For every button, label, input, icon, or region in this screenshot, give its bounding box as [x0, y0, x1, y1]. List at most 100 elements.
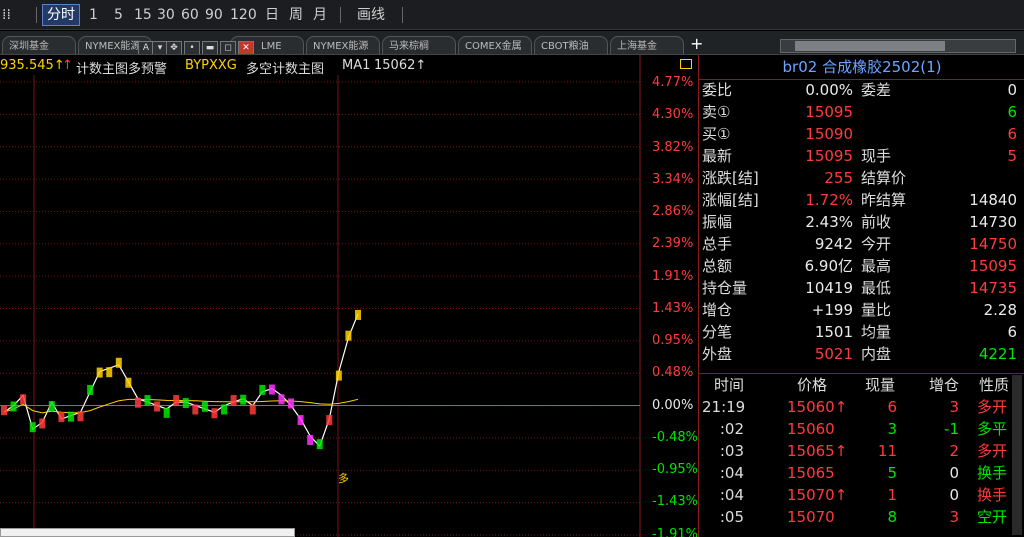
tick-time: 21:19: [702, 398, 746, 416]
signal-marker: [316, 439, 323, 450]
toolbar-divider: [402, 7, 403, 23]
signal-marker: [144, 395, 151, 406]
indicator-code: BYPXXG: [185, 58, 237, 73]
quote-label: 持仓量: [702, 279, 748, 297]
quote-row: 振幅 2.43% 前收 14730: [699, 211, 1024, 233]
tab-comex-metals[interactable]: COMEX金属: [458, 36, 532, 54]
close-button[interactable]: ✕: [238, 41, 254, 54]
quote-value: 1501: [814, 323, 853, 341]
period-1min-button[interactable]: 1: [89, 5, 98, 25]
signal-marker: [67, 411, 74, 422]
quote-label: 卖①: [702, 103, 731, 121]
tab-shenzhen-fund[interactable]: 深圳基金: [2, 36, 76, 54]
pct-axis-label: -0.95%: [652, 462, 698, 477]
pct-axis-label: 3.82%: [652, 139, 694, 155]
quote-row: 外盘 5021 内盘 4221: [699, 343, 1024, 365]
ticks-header: 时间 价格 现量 增仓 性质: [699, 374, 1024, 396]
signal-marker: [96, 367, 103, 378]
period-30min-button[interactable]: 30: [157, 5, 175, 25]
signal-marker: [201, 401, 208, 412]
tick-nature: 多平: [976, 420, 1007, 438]
signal-marker: [106, 367, 113, 378]
signal-marker: [115, 357, 122, 368]
period-week-button[interactable]: 周: [289, 5, 303, 25]
pct-axis-label: 1.91%: [652, 268, 694, 284]
header-flag-icon: ↑: [62, 58, 73, 73]
ticks-col-price: 价格: [797, 376, 828, 394]
tab-cbot-grains[interactable]: CBOT粮油: [534, 36, 608, 54]
header-prefix-value: 935.545↑: [0, 58, 65, 73]
quote-label: 最新: [702, 147, 733, 165]
tick-price: 15070↑: [787, 486, 848, 504]
tab-shanghai-fund[interactable]: 上海基金: [610, 36, 684, 54]
period-60min-button[interactable]: 60: [181, 5, 199, 25]
add-tab-button[interactable]: +: [690, 34, 703, 53]
period-90min-button[interactable]: 90: [205, 5, 223, 25]
ticks-col-oi-change: 增仓: [928, 376, 959, 394]
signal-marker: [230, 395, 237, 406]
quote-label: 买①: [702, 125, 731, 143]
intraday-chart[interactable]: 多 935.545↑ ↑ 计数主图多预警 BYPXXG 多空计数主图 MA1 1…: [0, 55, 698, 537]
tick-nature: 空开: [976, 508, 1007, 526]
period-15min-button[interactable]: 15: [134, 5, 152, 25]
tick-oi-change: 2: [949, 442, 959, 460]
period-5min-button[interactable]: 5: [114, 5, 123, 25]
quote-label: 总手: [702, 235, 733, 253]
signal-marker: [39, 418, 46, 429]
tick-nature: 多开: [976, 442, 1007, 460]
draw-line-button[interactable]: 画线: [357, 5, 385, 25]
period-day-button[interactable]: 日: [265, 5, 279, 25]
tab-malaysia-palm[interactable]: 马来棕榈: [382, 36, 456, 54]
tab-nymex-energy-2[interactable]: NYMEX能源: [306, 36, 380, 54]
quote-label: 现手: [861, 147, 892, 165]
signal-marker: [29, 422, 36, 433]
period-month-button[interactable]: 月: [313, 5, 327, 25]
period-intraday-button[interactable]: 分时: [42, 4, 80, 26]
tick-oi-change: 3: [949, 398, 959, 416]
tab-scrollbar-thumb[interactable]: [795, 41, 945, 51]
quote-label: 结算价: [861, 169, 907, 187]
quote-label: 委比: [702, 81, 733, 99]
tick-row: :02 15060 3 -1 多平: [699, 418, 1024, 440]
tick-price: 15060: [787, 420, 835, 438]
signal-marker: [182, 398, 189, 409]
chart-canvas[interactable]: 多: [0, 55, 698, 537]
tick-oi-change: 0: [949, 486, 959, 504]
quote-value: 0.00%: [805, 81, 853, 99]
contract-title[interactable]: br02 合成橡胶2502(1): [699, 56, 1024, 78]
quote-value: 5021: [814, 345, 853, 363]
ticks-scrollbar[interactable]: [1012, 375, 1022, 535]
period-120min-button[interactable]: 120: [230, 5, 257, 25]
quote-label: 量比: [861, 301, 892, 319]
quote-row: 涨跌[结] 255 结算价: [699, 167, 1024, 189]
ticks-col-nature: 性质: [978, 376, 1009, 394]
quote-value: 4221: [978, 345, 1017, 363]
tick-row: :03 15065↑ 11 2 多开: [699, 440, 1024, 462]
signal-marker: [278, 394, 285, 405]
quote-value: 15095: [805, 103, 853, 121]
pct-axis-label: -1.91%: [652, 526, 698, 537]
tab-scrollbar[interactable]: [780, 39, 1016, 53]
chart-settings-icon[interactable]: [680, 59, 692, 69]
quote-value: 5: [1007, 147, 1017, 165]
tick-price: 15065↑: [787, 442, 848, 460]
signal-marker: [307, 434, 314, 445]
period-toolbar: ⁞⁞ 分时 1 5 15 30 60 90 120 日 周 月 画线: [0, 0, 1024, 30]
signal-marker: [125, 377, 132, 388]
quote-value: 9242: [814, 235, 853, 253]
end-signal-label: 多: [338, 471, 349, 485]
pct-axis-label: 2.39%: [652, 236, 694, 252]
toolbar-divider: [340, 7, 341, 23]
pct-axis-label: 1.43%: [652, 300, 694, 316]
maximize-button[interactable]: ◻: [220, 41, 236, 54]
move-icon[interactable]: ✥: [166, 41, 182, 54]
pin-button[interactable]: •: [184, 41, 200, 54]
quote-value: 2.28: [983, 301, 1017, 319]
minimize-button[interactable]: ▬: [202, 41, 218, 54]
pct-axis-label: -1.43%: [652, 494, 698, 510]
signal-marker: [240, 394, 247, 405]
signal-marker: [288, 398, 295, 409]
signal-marker: [20, 394, 27, 405]
tick-time: :02: [719, 420, 744, 438]
signal-marker: [268, 384, 275, 395]
